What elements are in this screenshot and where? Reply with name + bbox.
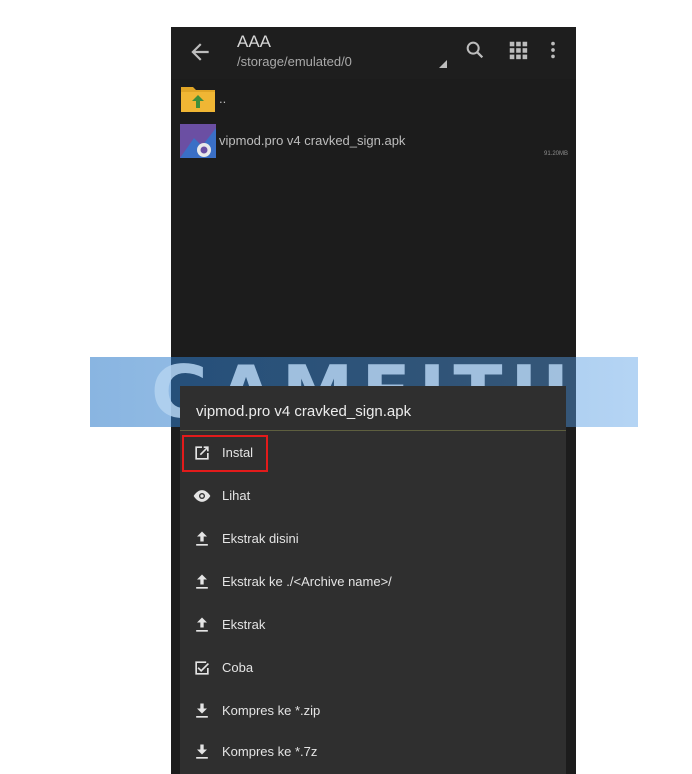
download-icon [196,703,208,718]
menu-item-view[interactable]: Lihat [180,475,566,518]
back-arrow-icon[interactable] [187,39,213,65]
upload-icon [196,574,208,589]
sheet-title: vipmod.pro v4 cravked_sign.apk [196,403,412,420]
highlight-box [182,435,268,472]
folder-up-icon [181,87,215,112]
menu-item-label: Ekstrak [222,617,266,632]
menu-item-label: Kompres ke *.zip [222,703,321,718]
app-title: AAA [237,32,272,51]
path-dropdown-icon[interactable] [439,60,447,68]
file-name: vipmod.pro v4 cravked_sign.apk [219,133,406,148]
menu-item-label: Ekstrak ke ./<Archive name>/ [222,574,392,589]
menu-item-extract[interactable]: Ekstrak [180,604,566,647]
menu-item-label: Ekstrak disini [222,531,299,546]
menu-item-test[interactable]: Coba [180,647,566,690]
menu-item-compress-zip[interactable]: Kompres ke *.zip [180,690,566,733]
current-path[interactable]: /storage/emulated/0 [237,54,352,69]
menu-item-install[interactable]: Instal [180,432,566,475]
apk-file-icon [180,124,216,158]
checkbox-icon [195,661,209,675]
sheet-divider [180,430,566,431]
file-row-parent-folder[interactable]: .. [171,79,576,119]
download-icon [196,744,208,759]
menu-item-extract-here[interactable]: Ekstrak disini [180,518,566,561]
file-name: .. [219,91,227,106]
file-size: 91.20MB [543,151,568,157]
upload-icon [196,617,208,632]
menu-item-label: Lihat [222,488,251,503]
app-bar: AAA /storage/emulated/0 [171,27,576,79]
file-row-apk[interactable]: vipmod.pro v4 cravked_sign.apk 91.20MB [171,121,576,161]
upload-icon [196,531,208,546]
eye-icon [193,490,211,502]
menu-item-label: Kompres ke *.7z [222,744,318,759]
context-menu-sheet: vipmod.pro v4 cravked_sign.apk Instal Li… [180,386,566,774]
more-options-icon[interactable] [545,39,561,61]
menu-item-label: Coba [222,660,254,675]
menu-item-compress-7z[interactable]: Kompres ke *.7z [180,731,566,774]
grid-view-icon[interactable] [507,39,529,61]
menu-item-extract-to-archive-name[interactable]: Ekstrak ke ./<Archive name>/ [180,561,566,604]
search-icon[interactable] [464,39,486,61]
